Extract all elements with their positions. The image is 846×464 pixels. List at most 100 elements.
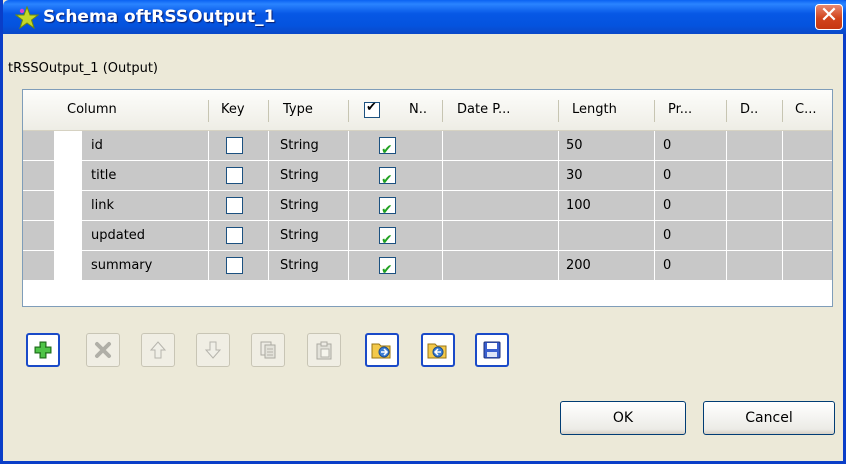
column-header-nullable[interactable]: N.. bbox=[401, 90, 441, 130]
table-row[interactable]: updated String 0 bbox=[23, 221, 832, 251]
cell-key[interactable] bbox=[209, 131, 268, 161]
cell-precision[interactable]: 0 bbox=[659, 161, 726, 191]
cell-type[interactable]: String bbox=[276, 161, 348, 191]
cell-type[interactable]: String bbox=[276, 131, 348, 161]
cell-precision[interactable]: 0 bbox=[659, 251, 726, 281]
column-header-comment[interactable]: C... bbox=[787, 90, 832, 130]
column-divider bbox=[726, 251, 727, 281]
paste-button[interactable] bbox=[307, 333, 341, 367]
cell-nullable[interactable] bbox=[349, 251, 442, 281]
cell-column-name[interactable]: summary bbox=[87, 251, 207, 281]
cell-default[interactable] bbox=[727, 131, 782, 161]
cell-comment[interactable] bbox=[783, 251, 832, 281]
add-row-button[interactable] bbox=[26, 333, 60, 367]
cell-type[interactable]: String bbox=[276, 191, 348, 221]
cell-date-pattern[interactable] bbox=[443, 131, 558, 161]
cell-comment[interactable] bbox=[783, 161, 832, 191]
nullable-checkbox[interactable] bbox=[379, 255, 396, 281]
cell-default[interactable] bbox=[727, 251, 782, 281]
header-nullable-checkbox[interactable] bbox=[364, 100, 380, 118]
cell-comment[interactable] bbox=[783, 191, 832, 221]
column-divider bbox=[558, 161, 559, 191]
cell-length[interactable]: 30 bbox=[562, 161, 654, 191]
cell-precision[interactable]: 0 bbox=[659, 191, 726, 221]
cell-default[interactable] bbox=[727, 161, 782, 191]
cell-length[interactable]: 100 bbox=[562, 191, 654, 221]
table-row[interactable]: link String 1000 bbox=[23, 191, 832, 221]
column-header-type[interactable]: Type bbox=[275, 90, 345, 130]
table-row[interactable]: summary String 2000 bbox=[23, 251, 832, 281]
table-row[interactable]: id String 500 bbox=[23, 131, 832, 161]
component-label: tRSSOutput_1 (Output) bbox=[8, 61, 158, 76]
copy-button[interactable] bbox=[251, 333, 285, 367]
schema-dialog: Schema oftRSSOutput_1 ✕ tRSSOutput_1 (Ou… bbox=[0, 0, 846, 464]
save-schema-button[interactable] bbox=[475, 333, 509, 367]
column-divider bbox=[654, 221, 655, 251]
cell-length[interactable]: 50 bbox=[562, 131, 654, 161]
nullable-checkbox[interactable] bbox=[379, 135, 396, 161]
cell-comment[interactable] bbox=[783, 221, 832, 251]
column-divider bbox=[782, 221, 783, 251]
cell-comment[interactable] bbox=[783, 131, 832, 161]
column-divider bbox=[442, 251, 443, 281]
cell-nullable[interactable] bbox=[349, 191, 442, 221]
ok-button[interactable]: OK bbox=[560, 401, 686, 435]
export-schema-button[interactable] bbox=[421, 333, 455, 367]
schema-table[interactable]: Column Key Type N.. Date P... Length Pr.… bbox=[22, 89, 833, 307]
cell-key[interactable] bbox=[209, 161, 268, 191]
cell-column-name[interactable]: link bbox=[87, 191, 207, 221]
nullable-checkbox[interactable] bbox=[379, 165, 396, 191]
row-header[interactable] bbox=[54, 221, 82, 251]
cell-column-name[interactable]: id bbox=[87, 131, 207, 161]
column-header-date-pattern[interactable]: Date P... bbox=[449, 90, 559, 130]
row-header[interactable] bbox=[54, 161, 82, 191]
key-checkbox[interactable] bbox=[226, 167, 243, 184]
column-divider bbox=[268, 221, 269, 251]
key-checkbox[interactable] bbox=[226, 197, 243, 214]
cell-date-pattern[interactable] bbox=[443, 221, 558, 251]
cell-length[interactable] bbox=[562, 221, 654, 251]
cancel-button[interactable]: Cancel bbox=[703, 401, 835, 435]
title-bar[interactable]: Schema oftRSSOutput_1 ✕ bbox=[3, 0, 846, 34]
cell-length[interactable]: 200 bbox=[562, 251, 654, 281]
column-header-key[interactable]: Key bbox=[213, 90, 268, 130]
row-header[interactable] bbox=[54, 191, 82, 221]
nullable-checkbox[interactable] bbox=[379, 225, 396, 251]
move-up-button[interactable] bbox=[141, 333, 175, 367]
cell-precision[interactable]: 0 bbox=[659, 221, 726, 251]
column-divider bbox=[558, 131, 559, 161]
column-divider bbox=[268, 161, 269, 191]
column-header-precision[interactable]: Pr... bbox=[660, 90, 720, 130]
row-header[interactable] bbox=[54, 131, 82, 161]
cell-default[interactable] bbox=[727, 221, 782, 251]
cell-date-pattern[interactable] bbox=[443, 251, 558, 281]
table-row[interactable]: title String 300 bbox=[23, 161, 832, 191]
copy-icon bbox=[259, 340, 277, 360]
cell-nullable[interactable] bbox=[349, 161, 442, 191]
cell-nullable[interactable] bbox=[349, 221, 442, 251]
column-header-column[interactable]: Column bbox=[59, 90, 204, 130]
cell-nullable[interactable] bbox=[349, 131, 442, 161]
cell-key[interactable] bbox=[209, 221, 268, 251]
close-button[interactable]: ✕ bbox=[815, 4, 843, 30]
cell-type[interactable]: String bbox=[276, 251, 348, 281]
cell-column-name[interactable]: updated bbox=[87, 221, 207, 251]
cell-date-pattern[interactable] bbox=[443, 191, 558, 221]
cell-default[interactable] bbox=[727, 191, 782, 221]
cell-date-pattern[interactable] bbox=[443, 161, 558, 191]
move-down-button[interactable] bbox=[196, 333, 230, 367]
column-header-default[interactable]: D.. bbox=[732, 90, 782, 130]
import-schema-button[interactable] bbox=[365, 333, 399, 367]
nullable-checkbox[interactable] bbox=[379, 195, 396, 221]
cell-column-name[interactable]: title bbox=[87, 161, 207, 191]
column-header-length[interactable]: Length bbox=[564, 90, 654, 130]
cell-type[interactable]: String bbox=[276, 221, 348, 251]
cell-precision[interactable]: 0 bbox=[659, 131, 726, 161]
cell-key[interactable] bbox=[209, 251, 268, 281]
key-checkbox[interactable] bbox=[226, 137, 243, 154]
cell-key[interactable] bbox=[209, 191, 268, 221]
remove-row-button[interactable] bbox=[86, 333, 120, 367]
row-header[interactable] bbox=[54, 251, 82, 281]
key-checkbox[interactable] bbox=[226, 227, 243, 244]
key-checkbox[interactable] bbox=[226, 257, 243, 274]
